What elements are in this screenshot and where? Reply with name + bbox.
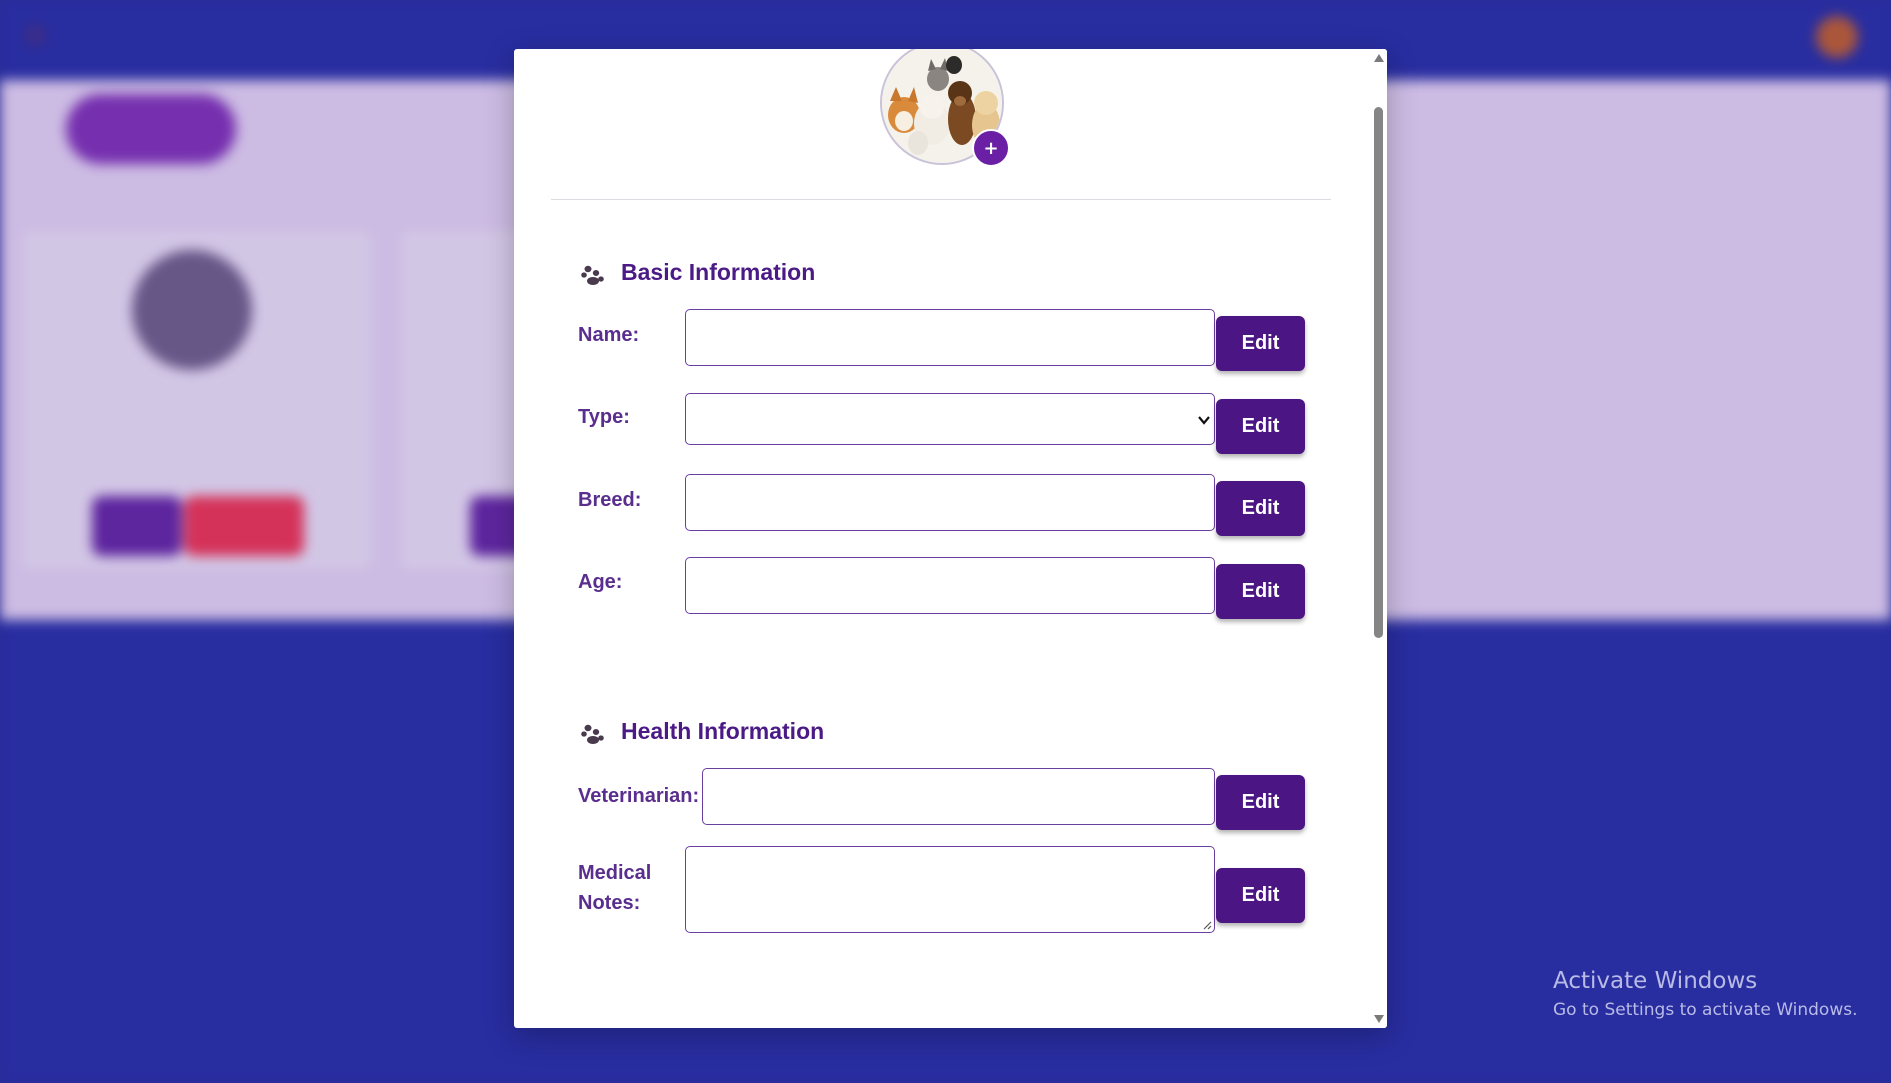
scrollbar-thumb[interactable]	[1374, 107, 1383, 638]
edit-medical-notes-button[interactable]: Edit	[1216, 868, 1305, 923]
veterinarian-label: Veterinarian:	[578, 785, 700, 807]
type-select[interactable]	[685, 393, 1215, 445]
basic-information-title: Basic Information	[621, 259, 816, 285]
breed-input[interactable]	[685, 474, 1215, 531]
scroll-down-arrow-icon[interactable]	[1374, 1015, 1384, 1023]
paw-icon	[581, 724, 604, 744]
name-input[interactable]	[685, 309, 1215, 366]
scroll-up-arrow-icon[interactable]	[1374, 54, 1384, 62]
age-label: Age:	[578, 571, 623, 593]
edit-breed-button[interactable]: Edit	[1216, 481, 1305, 536]
veterinarian-input[interactable]	[702, 768, 1215, 825]
edit-type-button[interactable]: Edit	[1216, 399, 1305, 454]
paw-icon	[581, 265, 604, 285]
windows-activation-watermark: Activate Windows Go to Settings to activ…	[1553, 968, 1858, 1020]
watermark-title: Activate Windows	[1553, 968, 1758, 994]
header-divider	[551, 199, 1331, 200]
type-label: Type:	[578, 406, 630, 428]
breed-label: Breed:	[578, 489, 642, 511]
edit-veterinarian-button[interactable]: Edit	[1216, 775, 1305, 830]
watermark-subtitle: Go to Settings to activate Windows.	[1553, 1000, 1858, 1020]
edit-age-button[interactable]: Edit	[1216, 564, 1305, 619]
age-input[interactable]	[685, 557, 1215, 614]
modal-scrollbar[interactable]	[1370, 49, 1387, 1028]
medical-notes-label-line2: Notes:	[578, 892, 641, 914]
medical-notes-textarea[interactable]	[685, 846, 1215, 933]
medical-notes-label-line1: Medical	[578, 862, 652, 884]
pet-profile-modal: + Basic Information Name: Edit Type: Edi…	[514, 49, 1387, 1028]
edit-name-button[interactable]: Edit	[1216, 316, 1305, 371]
add-photo-button[interactable]: +	[972, 129, 1010, 167]
health-information-title: Health Information	[621, 718, 825, 744]
name-label: Name:	[578, 324, 640, 346]
modal-scroll-content: + Basic Information Name: Edit Type: Edi…	[514, 49, 1370, 1028]
